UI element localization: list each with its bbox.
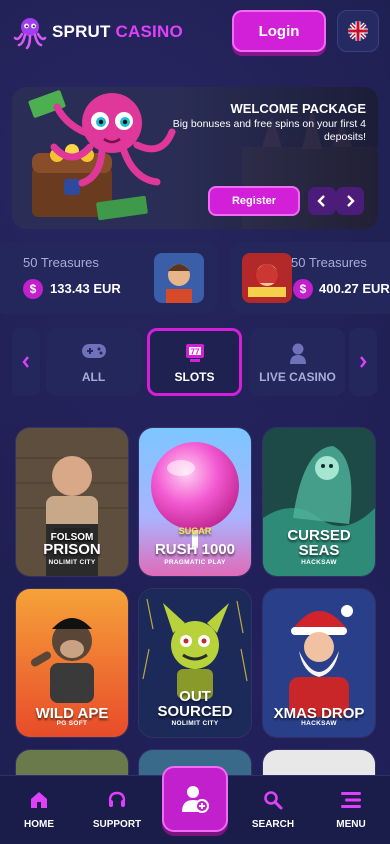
ticker-game-thumbnail: [242, 253, 292, 303]
game-title: XMAS DROP: [273, 705, 365, 722]
currency-icon: $: [293, 279, 313, 299]
ticker-game-name: 50 Treasures: [23, 255, 99, 270]
menu-icon: [341, 792, 361, 808]
chevron-left-icon: [22, 356, 29, 368]
gamepad-icon: [81, 344, 106, 358]
register-fab-button[interactable]: [162, 766, 228, 832]
chevron-right-icon: [347, 195, 355, 207]
game-provider: NOLIMIT CITY: [48, 559, 96, 566]
brand-name-part1: SPRUT: [52, 22, 116, 41]
game-title-line1: SUGAR: [178, 526, 212, 536]
category-prev-button[interactable]: [12, 328, 40, 396]
register-button[interactable]: Register: [208, 186, 300, 216]
game-card[interactable]: SUGAR RUSH 1000 PRAGMATIC PLAY: [139, 428, 251, 576]
tab-slots[interactable]: 77 SLOTS: [147, 328, 242, 396]
game-provider: HACKSAW: [301, 720, 337, 727]
game-provider: PG SOFT: [56, 720, 88, 727]
nav-search[interactable]: SEARCH: [238, 776, 308, 844]
tab-label: LIVE CASINO: [259, 370, 336, 384]
game-card[interactable]: OUT SOURCED NOLIMIT CITY: [139, 589, 251, 737]
header: SPRUT CASINO Login: [0, 0, 390, 64]
nav-label: SEARCH: [251, 819, 295, 830]
search-icon: [264, 791, 283, 810]
nav-menu[interactable]: MENU: [316, 776, 386, 844]
login-button[interactable]: Login: [232, 10, 326, 52]
ticker-amount: 133.43 EUR: [50, 281, 121, 296]
tab-live-casino[interactable]: LIVE CASINO: [250, 328, 345, 396]
game-title-line1: OUT: [179, 688, 211, 705]
ticker-game-thumbnail: [154, 253, 204, 303]
ticker-amount: 400.27 EUR: [319, 281, 390, 296]
game-title: WILD APE: [35, 705, 109, 722]
nav-label: MENU: [336, 819, 366, 830]
game-title-line2: RUSH 1000: [154, 541, 236, 558]
home-icon: [31, 792, 47, 808]
uk-flag-icon: [348, 21, 368, 41]
chevron-right-icon: [360, 356, 367, 368]
brand-name: SPRUT CASINO: [52, 22, 183, 42]
game-title-line1: CURSED: [287, 527, 351, 544]
svg-text:77: 77: [190, 348, 199, 357]
ticker-card[interactable]: 50 Treasures $ 400.27 EUR: [230, 242, 390, 314]
nav-support[interactable]: SUPPORT: [82, 776, 152, 844]
slot-machine-icon: 77: [185, 344, 204, 362]
user-plus-icon: [182, 786, 209, 813]
game-title-line2: SOURCED: [157, 703, 233, 720]
nav-label: HOME: [24, 819, 54, 830]
promo-banner[interactable]: WELCOME PACKAGE Big bonuses and free spi…: [12, 87, 378, 229]
tab-all[interactable]: ALL: [46, 328, 141, 396]
game-provider: NOLIMIT CITY: [171, 720, 219, 727]
nav-home[interactable]: HOME: [4, 776, 74, 844]
chevron-left-icon: [317, 195, 325, 207]
banner-prev-button[interactable]: [308, 187, 336, 215]
game-provider: HACKSAW: [301, 559, 337, 566]
tab-label: SLOTS: [174, 370, 215, 384]
banner-title: WELCOME PACKAGE: [230, 101, 366, 116]
game-card[interactable]: FOLSOM PRISON NOLIMIT CITY: [16, 428, 128, 576]
banner-next-button[interactable]: [336, 187, 364, 215]
game-title-line2: PRISON: [43, 541, 101, 558]
ticker-game-name: 50 Treasures: [291, 255, 367, 270]
tab-label: ALL: [81, 370, 106, 384]
game-title-line2: SEAS: [298, 542, 340, 559]
game-card[interactable]: WILD APE PG SOFT: [16, 589, 128, 737]
currency-icon: $: [23, 279, 43, 299]
dealer-icon: [289, 343, 306, 364]
game-provider: PRAGMATIC PLAY: [164, 559, 226, 566]
ticker-card[interactable]: 50 Treasures $ 133.43 EUR: [0, 242, 218, 314]
octopus-logo-icon: [13, 18, 47, 50]
headset-icon: [108, 791, 126, 807]
logo[interactable]: SPRUT CASINO: [12, 14, 183, 50]
brand-name-part2: CASINO: [115, 22, 183, 41]
winners-ticker: 50 Treasures $ 133.43 EUR 50 Treasures $…: [0, 242, 390, 314]
language-button[interactable]: [337, 10, 379, 52]
game-card[interactable]: XMAS DROP HACKSAW: [263, 589, 375, 737]
game-card[interactable]: CURSED SEAS HACKSAW: [263, 428, 375, 576]
banner-subtitle: Big bonuses and free spins on your first…: [172, 118, 366, 143]
category-next-button[interactable]: [349, 328, 377, 396]
nav-label: SUPPORT: [92, 819, 142, 830]
